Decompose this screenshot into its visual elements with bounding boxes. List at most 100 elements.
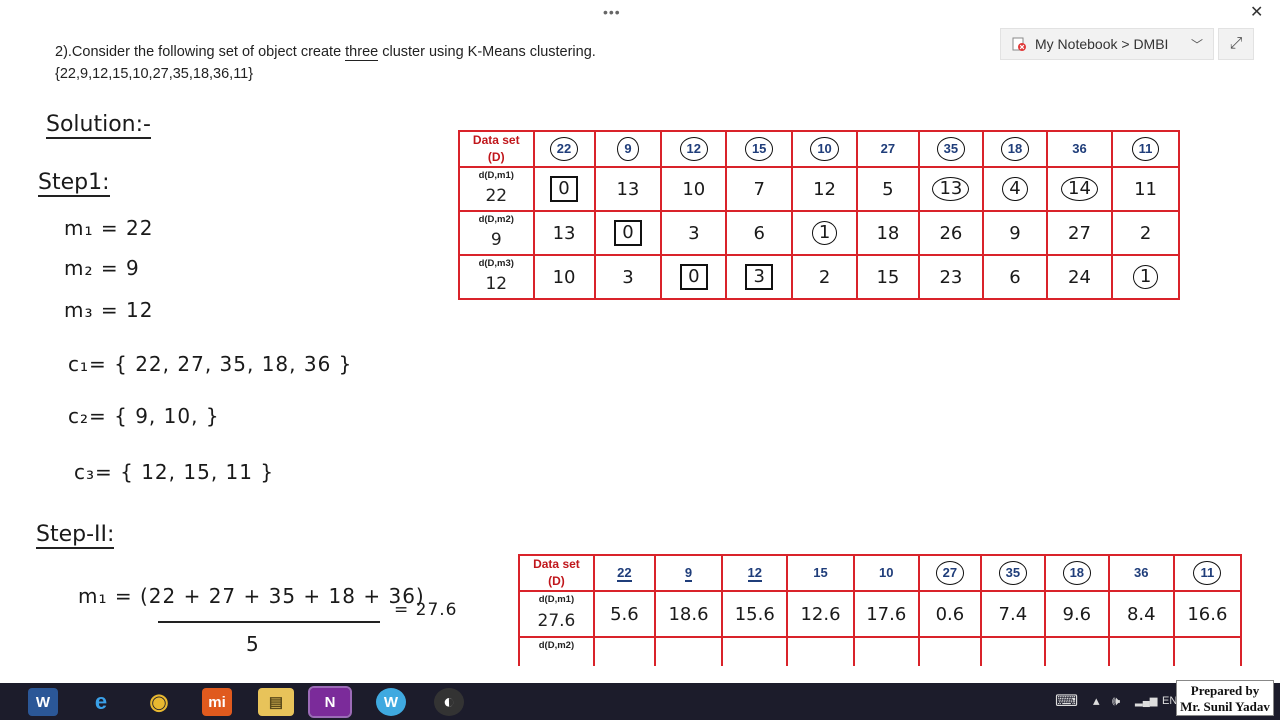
fraction-bar (158, 621, 380, 623)
header-cell: 27 (935, 561, 965, 585)
table-cell: 17.6 (866, 603, 907, 625)
table-cell: 15.6 (734, 603, 775, 625)
wps-app-icon[interactable]: W (376, 688, 406, 716)
distance-table-step2: Data set (D) 22 9 12 15 10 27 35 18 36 1… (518, 554, 1242, 666)
header-cell: 10 (810, 137, 839, 161)
table-cell: 6 (753, 222, 765, 244)
distance-table-step2-viewport: Data set (D) 22 9 12 15 10 27 35 18 36 1… (518, 554, 1242, 666)
table-cell: 14 (1061, 177, 1098, 201)
table-cell: 3 (745, 264, 773, 290)
table-cell: 9.6 (1062, 603, 1092, 625)
c3-cluster: c₃= { 12, 15, 11 } (74, 460, 275, 484)
header-cell: 22 (549, 137, 579, 161)
c2-cluster: c₂= { 9, 10, } (68, 404, 220, 428)
m1-new-denominator: 5 (246, 632, 260, 656)
obs-app-icon[interactable]: ◐ (434, 688, 464, 716)
table-cell: 13 (552, 222, 576, 244)
table-cell: 18.6 (668, 603, 709, 625)
word-app-icon[interactable]: W (28, 688, 58, 716)
taskbar: W e ◉ mi ▤ N W ◐ ⌨ ▴ 🕪 ▂▄▆ EN (0, 683, 1280, 720)
table-cell: 10 (552, 266, 576, 288)
table-cell: 3 (688, 222, 700, 244)
chrome-app-icon[interactable]: ◉ (144, 688, 174, 716)
header-cell: 15 (813, 565, 828, 580)
table-cell: 18 (876, 222, 900, 244)
table-cell: 5 (882, 178, 894, 200)
table-cell: 13 (616, 178, 640, 200)
header-cell: 9 (684, 565, 693, 582)
distance-table-step1: Data set (D) 22 9 12 15 10 27 35 18 36 1… (458, 130, 1180, 300)
header-cell: 10 (879, 565, 894, 580)
table-cell: 9 (1009, 222, 1021, 244)
edge-app-icon[interactable]: e (86, 688, 116, 716)
table-cell: 12 (813, 178, 836, 200)
header-cell: 22 (617, 565, 632, 582)
header-cell: 27 (880, 141, 896, 156)
table-cell (1107, 636, 1175, 666)
table-cell: 6 (1009, 266, 1021, 288)
header-cell: 12 (679, 137, 709, 161)
m1-new-result: = 27.6 (394, 600, 458, 620)
table-cell: 3 (622, 266, 634, 288)
m3-equation: m₃ = 12 (64, 298, 154, 322)
header-cell: 36 (1134, 565, 1149, 580)
table-cell: 0 (550, 176, 578, 202)
tray-expand-icon[interactable]: ▴ (1093, 693, 1100, 709)
row-label: d(D,m2) (518, 636, 595, 666)
table-cell: 10 (682, 178, 706, 200)
table-cell (1043, 636, 1110, 666)
table-cell: 15 (876, 266, 900, 288)
table-cell (917, 636, 982, 666)
table-cell (721, 636, 789, 666)
step2-heading: Step-II: (36, 522, 115, 549)
header-cell: 18 (1000, 137, 1030, 161)
network-icon[interactable]: ▂▄▆ (1135, 696, 1157, 707)
window-titlebar: ••• ✕ (0, 0, 1280, 26)
header-cell: 35 (998, 561, 1028, 585)
header-cell: 18 (1062, 561, 1092, 585)
table-cell: 0.6 (935, 603, 965, 625)
notebook-breadcrumb-button[interactable]: My Notebook > DMBI ﹀ (1000, 28, 1214, 60)
table-cell: 2 (818, 266, 831, 288)
question-dataset: {22,9,12,15,10,27,35,18,36,11} (55, 66, 254, 82)
more-options-dots[interactable]: ••• (603, 4, 621, 20)
m1-equation: m₁ = 22 (64, 216, 154, 240)
expand-icon[interactable]: ⤢ (1218, 28, 1254, 60)
table-cell: 23 (939, 266, 963, 288)
table-header-label: Data set (D) (458, 130, 535, 168)
table-cell: 13 (932, 177, 970, 201)
header-cell: 11 (1193, 561, 1222, 585)
table-cell: 7 (753, 178, 765, 200)
file-explorer-icon[interactable]: ▤ (258, 688, 294, 716)
speaker-icon[interactable]: 🕪 (1112, 693, 1120, 709)
table-cell: 27 (1068, 222, 1091, 244)
notebook-breadcrumb-label: My Notebook > DMBI (1035, 36, 1169, 52)
header-cell: 11 (1131, 137, 1160, 161)
table-cell: 0 (680, 264, 708, 290)
close-icon[interactable]: ✕ (1250, 2, 1263, 22)
solution-heading: Solution:- (46, 112, 151, 139)
table-cell: 5.6 (610, 603, 639, 625)
underlined-word: three (345, 44, 379, 61)
mi-app-icon[interactable]: mi (202, 688, 232, 716)
language-indicator[interactable]: EN (1162, 695, 1177, 707)
table-header-label: Data set (D) (518, 554, 595, 592)
step1-heading: Step1: (38, 170, 110, 197)
m1-new-numerator: m₁ = (22 + 27 + 35 + 18 + 36) (78, 584, 425, 608)
table-cell: 1 (1132, 265, 1159, 289)
sync-error-icon (1012, 37, 1026, 51)
table-cell (1172, 636, 1242, 666)
keyboard-icon[interactable]: ⌨ (1055, 691, 1078, 711)
table-cell (852, 636, 920, 666)
table-cell: 11 (1134, 178, 1157, 200)
row-label: d(D,m1) 22 (458, 166, 535, 212)
row-label: d(D,m3) 12 (458, 254, 535, 300)
table-cell: 0 (614, 220, 642, 246)
onenote-app-icon[interactable]: N (308, 686, 352, 718)
table-cell (653, 636, 724, 666)
table-cell: 2 (1139, 222, 1152, 244)
table-cell: 8.4 (1126, 603, 1156, 625)
question-line-1: 2).Consider the following set of object … (55, 44, 596, 61)
watermark-box: Prepared by Mr. Sunil Yadav (1176, 680, 1274, 716)
row-label: d(D,m1) 27.6 (518, 590, 595, 638)
